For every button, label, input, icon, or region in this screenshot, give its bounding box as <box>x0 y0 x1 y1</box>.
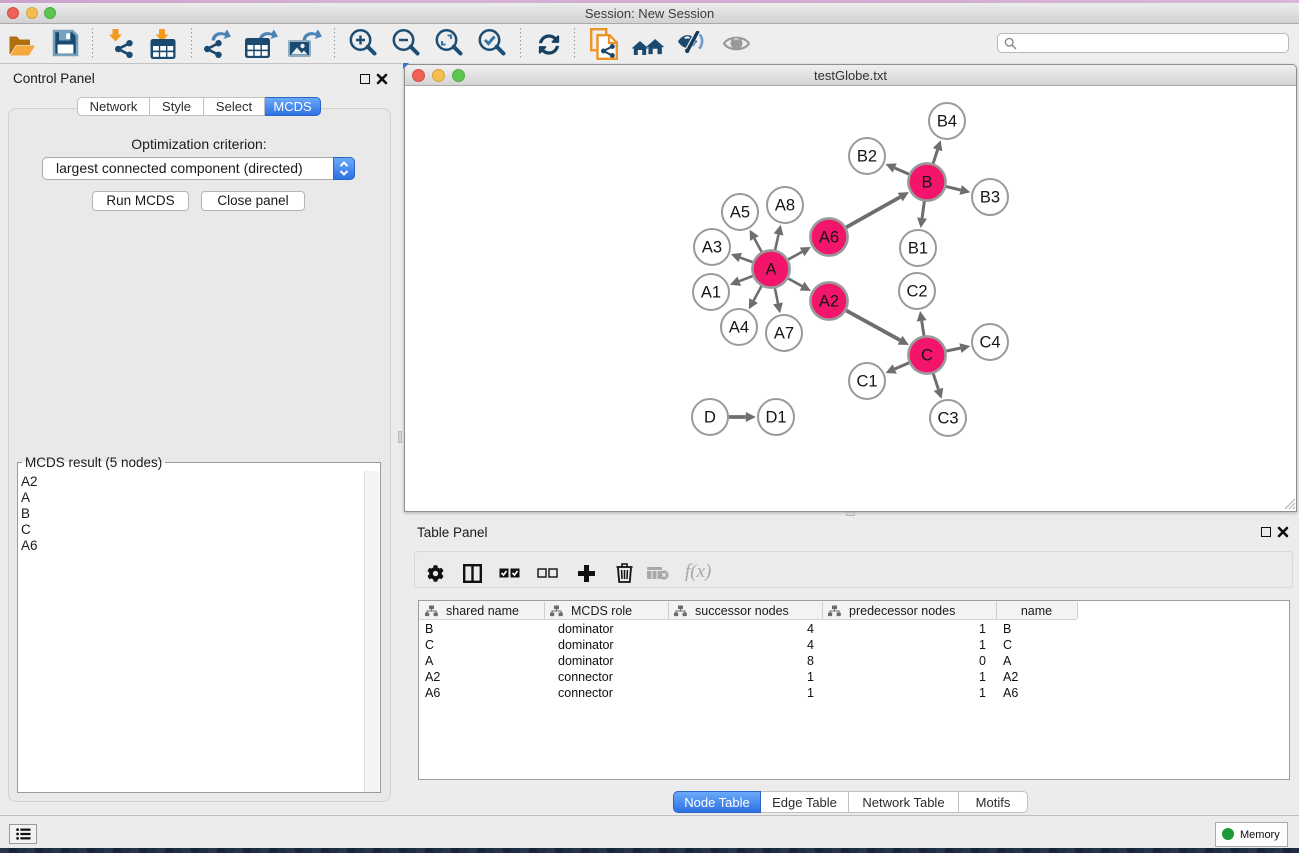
svg-text:B2: B2 <box>857 148 877 166</box>
svg-text:A7: A7 <box>774 325 794 343</box>
svg-text:C4: C4 <box>979 334 1000 352</box>
svg-text:D1: D1 <box>765 409 786 427</box>
svg-text:A: A <box>765 261 776 279</box>
svg-text:B: B <box>921 174 932 192</box>
svg-text:B1: B1 <box>908 240 928 258</box>
svg-text:A4: A4 <box>729 319 749 337</box>
svg-text:D: D <box>704 409 716 427</box>
svg-text:A1: A1 <box>701 284 721 302</box>
svg-text:C3: C3 <box>937 410 958 428</box>
svg-text:B3: B3 <box>980 189 1000 207</box>
svg-text:A2: A2 <box>819 293 839 311</box>
svg-text:A8: A8 <box>775 197 795 215</box>
svg-text:C1: C1 <box>856 373 877 391</box>
svg-text:B4: B4 <box>937 113 957 131</box>
svg-text:A5: A5 <box>730 204 750 222</box>
svg-text:C2: C2 <box>906 283 927 301</box>
svg-text:C: C <box>921 347 933 365</box>
svg-text:A3: A3 <box>702 239 722 257</box>
svg-text:A6: A6 <box>819 229 839 247</box>
